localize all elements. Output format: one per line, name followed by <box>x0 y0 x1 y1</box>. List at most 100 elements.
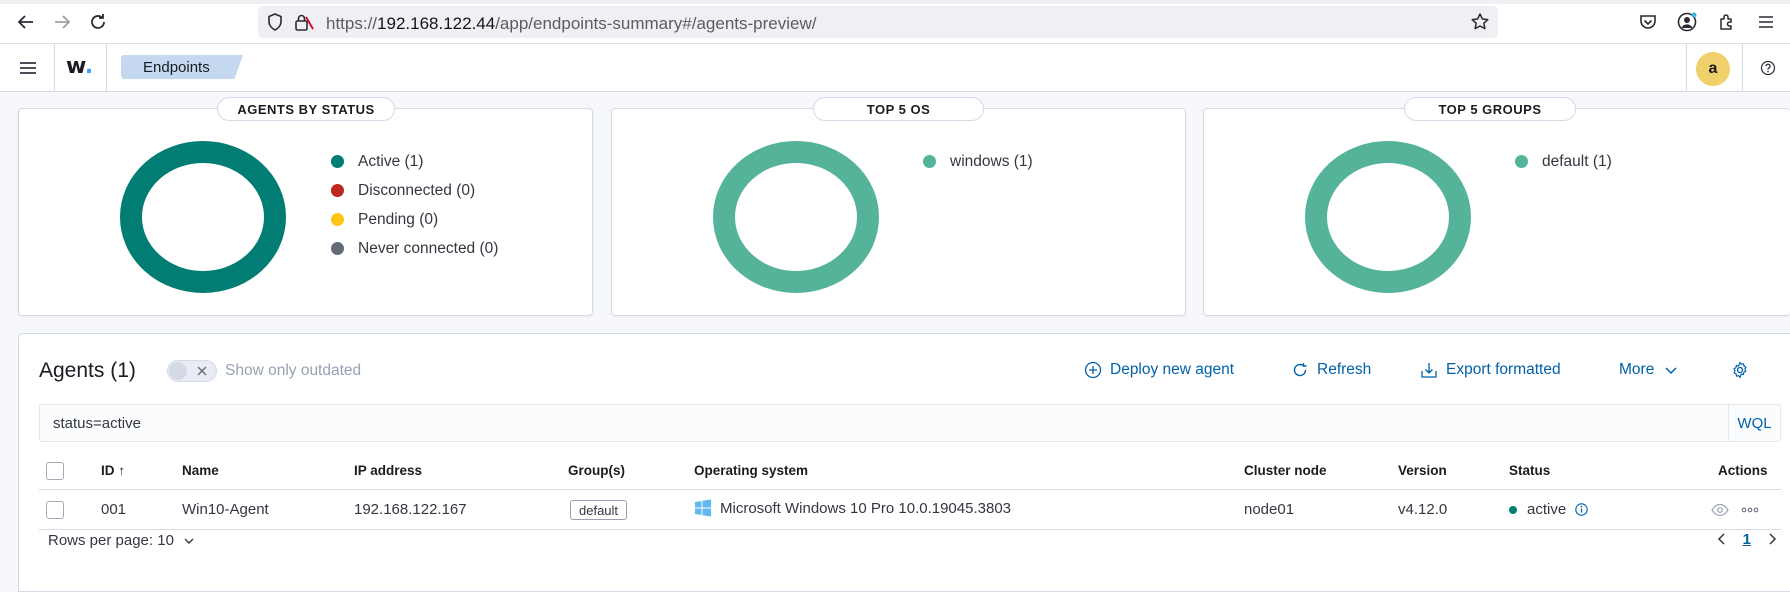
legend-label: Never connected (0) <box>358 239 499 257</box>
select-all-checkbox[interactable] <box>46 462 64 480</box>
outdated-toggle[interactable] <box>167 360 217 382</box>
agent-cluster-node: node01 <box>1244 501 1295 518</box>
agents-by-status-card: AGENTS BY STATUS Active (1) Disconnected… <box>18 97 593 316</box>
legend-item-active[interactable]: Active (1) <box>331 147 498 176</box>
reload-icon[interactable] <box>86 10 110 34</box>
column-os[interactable]: Operating system <box>694 463 808 478</box>
legend-label: default (1) <box>1542 152 1612 170</box>
more-label: More <box>1619 361 1655 378</box>
info-icon[interactable] <box>1574 503 1588 517</box>
header-divider <box>54 44 55 91</box>
plus-circle-icon <box>1084 361 1102 379</box>
breadcrumb-endpoints[interactable]: Endpoints <box>121 55 243 79</box>
legend-item-pending[interactable]: Pending (0) <box>331 205 498 234</box>
legend-item-never-connected[interactable]: Never connected (0) <box>331 234 498 263</box>
header-divider <box>1686 44 1687 91</box>
export-label: Export formatted <box>1446 361 1561 378</box>
extensions-icon[interactable] <box>1715 10 1739 34</box>
logo-letter: w <box>66 54 85 79</box>
cross-icon <box>195 364 209 378</box>
url-prefix: https:// <box>326 14 378 33</box>
deploy-new-agent-button[interactable]: Deploy new agent <box>1084 361 1234 379</box>
sort-arrow-up-icon: ↑ <box>118 463 126 478</box>
rows-per-page-selector[interactable]: Rows per page: 10 <box>48 532 196 549</box>
status-donut-chart[interactable] <box>119 141 287 293</box>
agent-id: 001 <box>101 501 127 518</box>
pagination: 1 <box>1713 530 1781 548</box>
agents-panel: Agents (1) Show only outdated Deploy new… <box>18 333 1790 592</box>
column-version[interactable]: Version <box>1398 463 1447 478</box>
legend-label: Active (1) <box>358 152 424 170</box>
top-5-os-card: TOP 5 OS windows (1) <box>611 97 1186 316</box>
agent-version: v4.12.0 <box>1398 501 1448 518</box>
legend-dot <box>331 155 344 168</box>
forward-arrow-icon[interactable] <box>50 10 74 34</box>
gear-icon[interactable] <box>1730 360 1750 380</box>
status-dot <box>1509 505 1517 514</box>
bookmark-star-icon[interactable] <box>1470 12 1490 32</box>
groups-donut-chart[interactable] <box>1304 141 1472 293</box>
more-button[interactable]: More <box>1619 361 1680 379</box>
app-menu-icon[interactable] <box>1754 10 1778 34</box>
help-icon[interactable] <box>1758 58 1778 78</box>
group-badge[interactable]: default <box>570 500 628 520</box>
search-bar[interactable]: status=active WQL <box>39 404 1781 442</box>
legend-item-windows[interactable]: windows (1) <box>923 147 1033 176</box>
row-checkbox[interactable] <box>46 501 64 519</box>
url-text[interactable]: https://192.168.122.44/app/endpoints-sum… <box>326 14 816 34</box>
more-actions-icon[interactable] <box>1741 502 1759 518</box>
header-divider <box>1742 44 1743 91</box>
refresh-label: Refresh <box>1317 361 1372 378</box>
column-id[interactable]: ID ↑ <box>101 463 125 478</box>
column-ip[interactable]: IP address <box>354 463 422 478</box>
page-number[interactable]: 1 <box>1743 531 1751 548</box>
toggle-knob <box>169 362 187 380</box>
table-header: ID ↑ Name IP address Group(s) Operating … <box>39 452 1781 490</box>
table-row[interactable]: 001 Win10-Agent 192.168.122.167 default … <box>39 490 1781 530</box>
legend-dot <box>331 242 344 255</box>
status-legend: Active (1) Disconnected (0) Pending (0) … <box>331 147 498 263</box>
column-name[interactable]: Name <box>182 463 219 478</box>
refresh-icon <box>1291 361 1309 379</box>
os-donut-chart[interactable] <box>712 141 880 293</box>
app-header: w. Endpoints a <box>0 44 1790 92</box>
search-input[interactable]: status=active <box>53 415 141 432</box>
browser-toolbar: https://192.168.122.44/app/endpoints-sum… <box>0 0 1790 44</box>
refresh-button[interactable]: Refresh <box>1291 361 1371 379</box>
column-actions: Actions <box>1718 463 1768 478</box>
chevron-down-icon <box>1662 361 1680 379</box>
deploy-label: Deploy new agent <box>1110 361 1235 378</box>
card-title: TOP 5 GROUPS <box>1404 97 1576 121</box>
legend-dot <box>331 184 344 197</box>
export-formatted-button[interactable]: Export formatted <box>1420 361 1561 379</box>
legend-item-default[interactable]: default (1) <box>1515 147 1612 176</box>
wql-button[interactable]: WQL <box>1728 405 1780 441</box>
top-5-groups-card: TOP 5 GROUPS default (1) <box>1203 97 1790 316</box>
eye-icon[interactable] <box>1711 502 1729 518</box>
column-groups[interactable]: Group(s) <box>568 463 625 478</box>
app-logo[interactable]: w. <box>66 54 93 79</box>
card-title: TOP 5 OS <box>813 97 984 121</box>
agent-os: Microsoft Windows 10 Pro 10.0.19045.3803 <box>694 499 1011 517</box>
os-legend: windows (1) <box>923 147 1033 176</box>
agent-name: Win10-Agent <box>182 501 269 518</box>
legend-dot <box>923 155 936 168</box>
previous-page-icon[interactable] <box>1713 530 1731 548</box>
shield-icon[interactable] <box>266 13 284 31</box>
export-icon <box>1420 361 1438 379</box>
legend-item-disconnected[interactable]: Disconnected (0) <box>331 176 498 205</box>
back-arrow-icon[interactable] <box>14 10 38 34</box>
outdated-toggle-label[interactable]: Show only outdated <box>225 362 361 380</box>
agent-status: active <box>1509 501 1588 518</box>
menu-icon[interactable] <box>16 56 40 80</box>
column-status[interactable]: Status <box>1509 463 1550 478</box>
next-page-icon[interactable] <box>1763 530 1781 548</box>
agent-status-label: active <box>1527 501 1567 518</box>
account-icon[interactable] <box>1675 10 1699 34</box>
url-host: 192.168.122.44 <box>377 14 496 33</box>
column-cluster-node[interactable]: Cluster node <box>1244 463 1327 478</box>
address-bar[interactable]: https://192.168.122.44/app/endpoints-sum… <box>258 6 1498 38</box>
pocket-icon[interactable] <box>1636 10 1660 34</box>
insecure-lock-icon[interactable] <box>294 13 314 31</box>
user-avatar[interactable]: a <box>1696 52 1730 86</box>
